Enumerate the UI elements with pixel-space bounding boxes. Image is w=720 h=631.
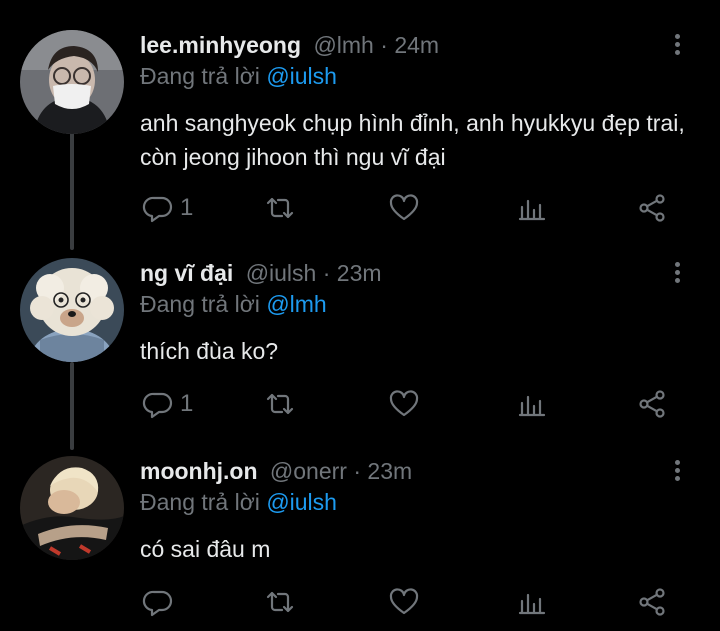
like-button[interactable] <box>388 584 420 620</box>
views-icon <box>518 199 546 221</box>
tweet-text: thích đùa ko? <box>140 338 279 364</box>
separator: · <box>380 32 388 58</box>
replying-to: Đang trả lời @lmh <box>140 289 327 319</box>
avatar-photo <box>20 258 124 362</box>
views-button[interactable] <box>516 584 548 620</box>
retweet-icon <box>266 197 294 219</box>
separator: · <box>353 458 362 484</box>
replying-to-label: Đang trả lời <box>140 489 267 515</box>
reply-button[interactable]: 1 <box>142 190 193 226</box>
tweet[interactable]: moonhj.on @onerr · 23m Đang trả lời @iul… <box>0 456 720 626</box>
action-bar: 1 <box>140 386 700 422</box>
avatar-photo <box>20 30 124 134</box>
mention-link[interactable]: @iulsh <box>266 489 337 515</box>
retweet-button[interactable] <box>264 386 296 422</box>
views-button[interactable] <box>516 190 548 226</box>
replying-to-label: Đang trả lời <box>140 63 267 89</box>
reply-count: 1 <box>180 194 194 221</box>
retweet-icon <box>266 393 294 415</box>
mention-link[interactable]: @lmh <box>266 291 326 317</box>
tweet[interactable]: ng vĩ đại @iulsh · 23m Đang trả lời @lmh… <box>0 258 720 428</box>
reply-icon <box>142 590 173 617</box>
like-button[interactable] <box>388 386 420 422</box>
action-bar <box>140 584 700 620</box>
avatar-photo <box>20 456 124 560</box>
avatar[interactable] <box>20 258 124 362</box>
tweet-header: moonhj.on @onerr · 23m <box>140 456 412 486</box>
display-name[interactable]: moonhj.on <box>140 458 258 484</box>
tweet-text: anh sanghyeok chụp hình đỉnh, anh hyukky… <box>140 110 685 170</box>
replying-to: Đang trả lời @iulsh <box>140 61 337 91</box>
reply-icon <box>142 196 173 223</box>
replying-to: Đang trả lời @iulsh <box>140 487 337 517</box>
tweet-text: có sai đâu m <box>140 536 271 562</box>
retweet-button[interactable] <box>264 190 296 226</box>
heart-icon <box>389 194 419 221</box>
views-icon <box>518 395 546 417</box>
more-options-icon[interactable] <box>665 34 689 60</box>
mention-link[interactable]: @iulsh <box>266 63 337 89</box>
heart-icon <box>389 390 419 417</box>
handle[interactable]: @onerr <box>270 458 347 484</box>
action-bar: 1 <box>140 190 700 226</box>
replying-to-label: Đang trả lời <box>140 291 267 317</box>
share-button[interactable] <box>636 386 668 422</box>
handle[interactable]: @lmh <box>313 32 373 58</box>
reply-button[interactable]: 1 <box>142 386 193 422</box>
avatar[interactable] <box>20 456 124 560</box>
display-name[interactable]: ng vĩ đại <box>140 260 233 286</box>
avatar[interactable] <box>20 30 124 134</box>
timestamp[interactable]: 23m <box>367 458 412 484</box>
reply-button[interactable] <box>142 584 180 620</box>
more-options-icon[interactable] <box>665 460 689 486</box>
views-icon <box>518 593 546 615</box>
handle[interactable]: @iulsh <box>246 260 317 286</box>
display-name[interactable]: lee.minhyeong <box>140 32 301 58</box>
tweet-header: ng vĩ đại @iulsh · 23m <box>140 258 382 288</box>
timestamp[interactable]: 23m <box>337 260 382 286</box>
reply-icon <box>142 392 173 419</box>
heart-icon <box>389 588 419 615</box>
share-icon <box>639 390 665 418</box>
reply-count: 1 <box>180 390 194 417</box>
share-icon <box>639 194 665 222</box>
more-options-icon[interactable] <box>665 262 689 288</box>
views-button[interactable] <box>516 386 548 422</box>
like-button[interactable] <box>388 190 420 226</box>
tweet-header: lee.minhyeong @lmh · 24m <box>140 30 439 60</box>
share-button[interactable] <box>636 190 668 226</box>
share-icon <box>639 588 665 616</box>
retweet-icon <box>266 591 294 613</box>
timestamp[interactable]: 24m <box>394 32 439 58</box>
tweet[interactable]: lee.minhyeong @lmh · 24m Đang trả lời @i… <box>0 30 720 240</box>
retweet-button[interactable] <box>264 584 296 620</box>
separator: · <box>322 260 331 286</box>
share-button[interactable] <box>636 584 668 620</box>
